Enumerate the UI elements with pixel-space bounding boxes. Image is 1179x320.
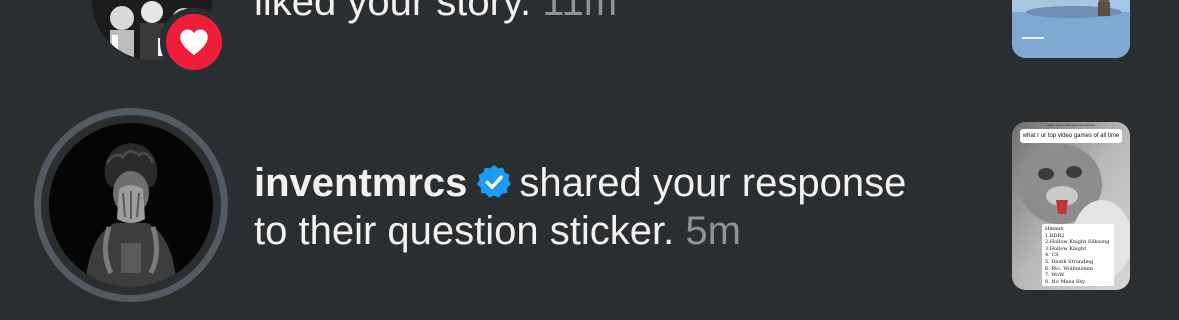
answer-line: 1.RDR2 (1045, 232, 1065, 239)
like-badge (160, 8, 228, 76)
avatar[interactable] (34, 108, 228, 302)
notification-message: liked your story. (254, 0, 532, 24)
answer-line: 4. CS (1045, 252, 1059, 259)
story-thumbnail[interactable]: what r ur top video games of all time wh… (1012, 122, 1130, 290)
answer-line: 7. WoW (1045, 272, 1065, 279)
answer-card: Hmmm 1.RDR2 2.Hollow Knight Silksong 3.H… (1042, 224, 1114, 286)
notification-message-line1: shared your response (519, 161, 907, 205)
answer-line: 5. Death Stranding (1045, 258, 1094, 265)
answer-line: 8. No Mans Sky (1045, 278, 1086, 285)
notification-text: inventmrcs shared your response to their… (254, 159, 994, 255)
verified-badge-icon (477, 164, 512, 198)
question-sticker: what r ur top video games of all time (1020, 129, 1122, 143)
heart-icon (180, 29, 208, 56)
answer-line: 3.Hollow Knight (1045, 245, 1087, 252)
answer-line: 2.Hollow Knight Silksong (1045, 239, 1110, 246)
avatar-image (49, 123, 213, 287)
username-link[interactable]: inventmrcs (254, 161, 467, 205)
notification-time: 11m (542, 0, 618, 24)
answer-line: 6. Rtc: Wolfenstein (1045, 265, 1094, 272)
notification-time: 5m (685, 209, 741, 253)
story-top-text: what r ur top video games of all time (1046, 123, 1096, 127)
answer-line: Hmmm (1045, 226, 1064, 232)
story-thumbnail[interactable] (1012, 0, 1130, 58)
notification-text: liked your story. 11m (254, 0, 617, 26)
notification-message-line2: to their question sticker. (254, 209, 675, 253)
